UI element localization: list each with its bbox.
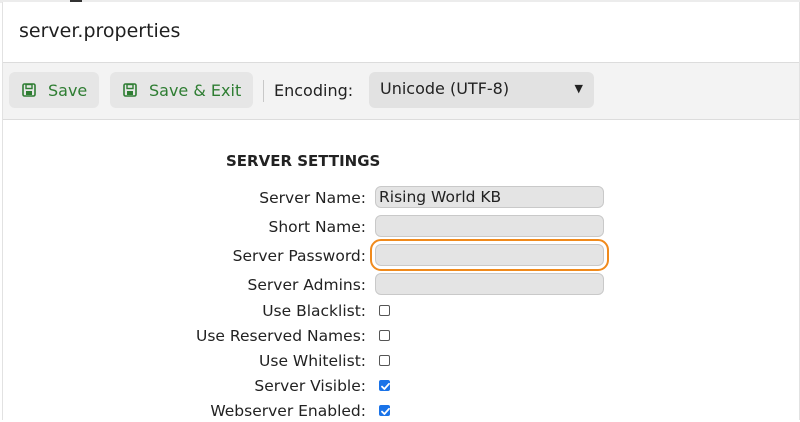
webserver-enabled-checkbox[interactable] [379, 405, 390, 416]
form-row-use-blacklist: Use Blacklist: [3, 300, 799, 322]
use-reserved-names-checkbox[interactable] [379, 330, 390, 341]
field-label: Server Name: [259, 189, 366, 207]
form-row-server-password: Server Password: [3, 239, 799, 271]
section-title: SERVER SETTINGS [226, 152, 381, 170]
dropdown-caret-icon: ▼ [574, 82, 583, 95]
use-whitelist-checkbox[interactable] [379, 355, 390, 366]
window-title: server.properties [19, 20, 181, 42]
use-blacklist-checkbox[interactable] [379, 305, 390, 316]
form-row-short-name: Short Name: [3, 215, 799, 238]
floppy-disk-icon [123, 83, 137, 97]
checkbox-label: Server Visible: [254, 377, 366, 395]
server-name-input[interactable] [375, 186, 604, 208]
form-row-use-reserved-names: Use Reserved Names: [3, 325, 799, 347]
floppy-disk-icon [22, 83, 36, 97]
save-button[interactable]: Save [9, 72, 99, 108]
save-exit-button[interactable]: Save & Exit [110, 72, 253, 108]
checkbox-label: Use Whitelist: [259, 352, 366, 370]
toolbar: Save Save & Exit Encoding: Unicode (UTF-… [3, 62, 799, 120]
save-exit-label: Save & Exit [149, 80, 242, 100]
encoding-label: Encoding: [274, 81, 354, 100]
form-row-server-name: Server Name: [3, 186, 799, 209]
field-label: Server Password: [232, 247, 366, 265]
editor-window: server.properties Save Save & Exit Encod… [2, 2, 800, 420]
save-label: Save [48, 80, 88, 100]
checkbox-label: Webserver Enabled: [210, 402, 366, 420]
encoding-value: Unicode (UTF-8) [380, 79, 510, 98]
short-name-input[interactable] [375, 215, 604, 237]
checkbox-label: Use Blacklist: [262, 302, 366, 320]
server-admins-input[interactable] [375, 273, 604, 295]
form-row-server-admins: Server Admins: [3, 273, 799, 296]
server-visible-checkbox[interactable] [379, 380, 390, 391]
field-label: Server Admins: [247, 276, 366, 294]
encoding-select[interactable]: Unicode (UTF-8) ▼ [369, 72, 594, 108]
field-label: Short Name: [268, 218, 366, 236]
server-password-input[interactable] [370, 239, 609, 271]
toolbar-divider [263, 80, 264, 102]
form-row-server-visible: Server Visible: [3, 375, 799, 397]
checkbox-label: Use Reserved Names: [196, 327, 366, 345]
form-row-use-whitelist: Use Whitelist: [3, 350, 799, 372]
form-row-webserver-enabled: Webserver Enabled: [3, 400, 799, 422]
